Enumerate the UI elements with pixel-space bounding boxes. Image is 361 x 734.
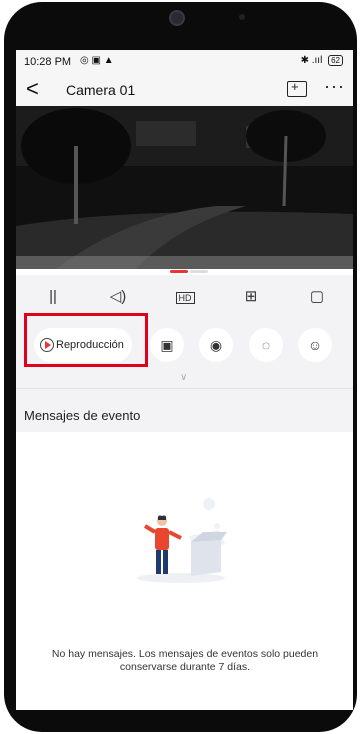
pause-button[interactable]: || xyxy=(38,285,68,309)
page-title: Camera 01 xyxy=(66,82,136,98)
add-camera-icon[interactable] xyxy=(287,79,307,97)
window-icon: ▢ xyxy=(309,288,325,305)
empty-state-illustration xyxy=(137,498,227,583)
ptz-button[interactable]: ☺ xyxy=(298,328,332,362)
status-right-icons: ✱ .ııl 62 xyxy=(301,55,343,66)
record-icon: ◉ xyxy=(209,337,223,353)
split-view-button[interactable]: ⊞ xyxy=(236,285,266,309)
more-button[interactable]: ··· xyxy=(324,76,345,97)
battery-icon: 62 xyxy=(328,55,343,66)
back-button[interactable]: < xyxy=(26,77,39,101)
expand-chevron-icon[interactable]: ∨ xyxy=(180,372,187,383)
status-left-icons: ◎ ▣ ▲ xyxy=(80,55,114,66)
pause-icon: || xyxy=(49,288,57,305)
live-video-view[interactable] xyxy=(16,106,353,269)
events-panel: No hay mensajes. Los mensajes de eventos… xyxy=(16,432,353,710)
phone-frame: 10:28 PM ◎ ▣ ▲ ✱ .ııl 62 < Camera 01 ··· xyxy=(4,2,357,732)
highlight-box xyxy=(24,313,148,367)
active-stream-segment xyxy=(170,270,188,273)
events-heading: Mensajes de evento xyxy=(24,408,141,423)
signal-icon: ✱ .ııl xyxy=(300,55,323,66)
hd-icon: HD xyxy=(175,292,195,304)
microphone-button[interactable]: ◌ xyxy=(249,328,283,362)
volume-button[interactable]: ◁) xyxy=(103,285,133,309)
camera-icon: ▣ xyxy=(160,337,174,353)
night-scene-image xyxy=(16,106,353,269)
empty-state-message: No hay mensajes. Los mensajes de eventos… xyxy=(51,648,319,673)
window-button[interactable]: ▢ xyxy=(302,285,332,309)
app-screen: 10:28 PM ◎ ▣ ▲ ✱ .ııl 62 < Camera 01 ··· xyxy=(16,50,353,710)
status-time: 10:28 PM xyxy=(24,56,72,68)
header-bar: < Camera 01 ··· xyxy=(16,74,353,106)
hd-button[interactable]: HD xyxy=(170,285,200,309)
status-bar: 10:28 PM ◎ ▣ ▲ ✱ .ııl 62 xyxy=(16,50,353,74)
snapshot-button[interactable]: ▣ xyxy=(150,328,184,362)
volume-icon: ◁) xyxy=(109,288,127,305)
inactive-stream-segment xyxy=(190,270,208,273)
microphone-icon: ◌ xyxy=(261,337,271,353)
action-row: Reproducción ▣ ◉ ◌ ☺ xyxy=(16,313,353,371)
grid-icon: ⊞ xyxy=(244,288,258,305)
record-button[interactable]: ◉ xyxy=(199,328,233,362)
person-icon: ☺ xyxy=(307,337,323,353)
sensor-dot xyxy=(239,14,245,20)
divider xyxy=(16,388,353,389)
front-camera xyxy=(169,10,185,26)
